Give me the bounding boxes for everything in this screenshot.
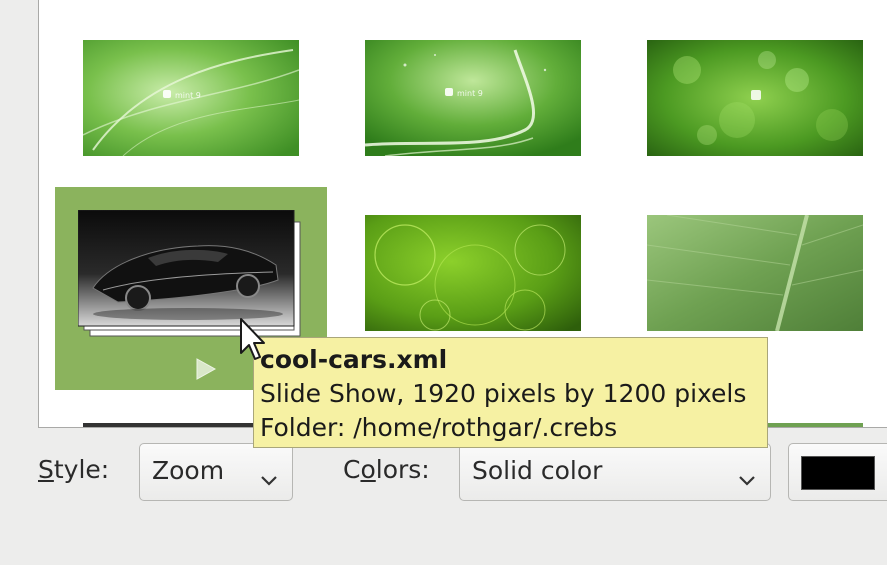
mouse-pointer-icon	[239, 317, 265, 367]
background-preferences-window: mint 9 mint 9 Style: Zoom Colors: Solid …	[0, 0, 887, 565]
colors-combo[interactable]: Solid color	[459, 443, 771, 501]
colors-label: Colors:	[343, 455, 430, 484]
chevron-down-icon	[738, 464, 756, 493]
tooltip: cool-cars.xml Slide Show, 1920 pixels by…	[253, 337, 768, 448]
wallpaper-thumb-green-leaf[interactable]	[647, 215, 863, 331]
wallpaper-thumb-mint-swirl[interactable]: mint 9	[83, 40, 299, 156]
wallpaper-thumb-mint-wave[interactable]: mint 9	[365, 40, 581, 156]
svg-text:mint 9: mint 9	[457, 89, 483, 98]
color-picker-button[interactable]	[788, 443, 887, 501]
colors-combo-value: Solid color	[472, 456, 603, 485]
style-combo[interactable]: Zoom	[139, 443, 293, 501]
style-label: Style:	[38, 455, 110, 484]
chevron-down-icon	[260, 464, 278, 493]
tooltip-info: Slide Show, 1920 pixels by 1200 pixels	[260, 379, 747, 408]
color-swatch	[801, 456, 875, 490]
play-icon	[193, 356, 219, 386]
style-combo-value: Zoom	[152, 456, 225, 485]
wallpaper-thumb-mint-bokeh[interactable]	[647, 40, 863, 156]
tooltip-title: cool-cars.xml	[260, 345, 448, 374]
svg-text:mint 9: mint 9	[175, 91, 201, 100]
wallpaper-thumb-green-bubbles[interactable]	[365, 215, 581, 331]
wallpaper-thumb-cool-cars[interactable]	[77, 209, 302, 338]
tooltip-folder: Folder: /home/rothgar/.crebs	[260, 413, 618, 442]
